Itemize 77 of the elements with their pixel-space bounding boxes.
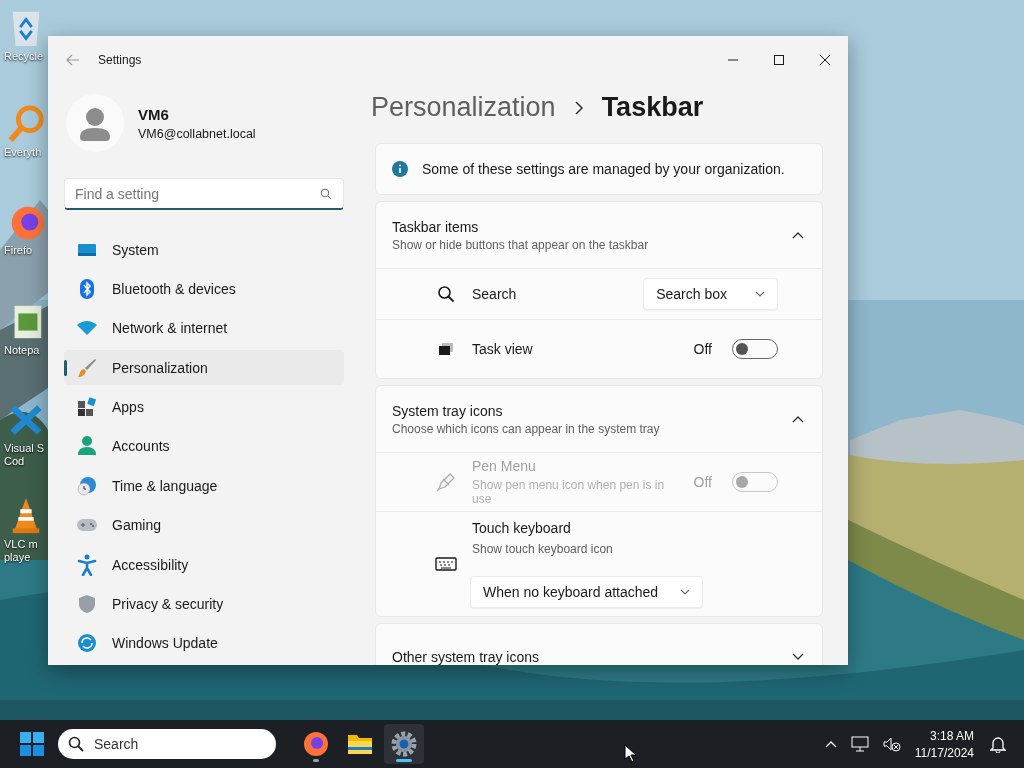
setting-label: Search bbox=[472, 286, 517, 302]
breadcrumb-link[interactable]: Personalization bbox=[371, 92, 556, 123]
bell-icon[interactable] bbox=[990, 735, 1006, 753]
nav-item[interactable]: Windows Update bbox=[64, 625, 344, 661]
chevron-right-icon bbox=[573, 100, 584, 115]
brush-icon bbox=[76, 357, 98, 378]
section-title: Other system tray icons bbox=[392, 649, 540, 665]
search-icon bbox=[68, 736, 84, 752]
pen-icon bbox=[435, 471, 457, 493]
user-name: VM6 bbox=[138, 105, 170, 123]
dropdown[interactable]: Search box bbox=[643, 278, 778, 310]
globe-clock-icon bbox=[76, 475, 98, 496]
nav-item[interactable]: Personalization bbox=[64, 350, 344, 386]
nav-item[interactable]: Apps bbox=[64, 389, 344, 425]
setting-label: Touch keyboard bbox=[472, 520, 572, 536]
person-icon bbox=[76, 436, 98, 457]
toggle-state-label: Off bbox=[693, 474, 712, 490]
windows-start-icon[interactable] bbox=[20, 732, 44, 756]
setting-label: Task view bbox=[472, 341, 533, 357]
running-indicator bbox=[396, 759, 412, 762]
shield-icon bbox=[76, 593, 98, 614]
avatar-icon bbox=[66, 94, 124, 152]
window-title: Settings bbox=[98, 53, 142, 67]
controller-icon bbox=[76, 517, 98, 534]
nav-item[interactable]: Bluetooth & devices bbox=[64, 271, 344, 307]
section-title: Taskbar items bbox=[392, 218, 480, 235]
muted-speaker-icon[interactable] bbox=[882, 736, 901, 752]
setting-description: Show pen menu icon when pen is in use bbox=[472, 478, 666, 506]
search-icon bbox=[437, 285, 455, 303]
nav-item[interactable]: System bbox=[64, 232, 344, 268]
folder-icon[interactable] bbox=[347, 733, 373, 755]
clock-date[interactable]: 11/17/2024 bbox=[914, 745, 974, 760]
desktop-icon-label: Firefo bbox=[4, 244, 33, 257]
accessibility-icon bbox=[76, 553, 98, 576]
network-icon[interactable] bbox=[850, 736, 869, 752]
section-title: System tray icons bbox=[392, 402, 504, 419]
search-icon bbox=[320, 188, 332, 200]
user-email: VM6@collabnet.local bbox=[138, 126, 256, 141]
clock-time[interactable]: 3:18 AM bbox=[929, 728, 974, 743]
settings-search-field[interactable]: Find a setting bbox=[64, 178, 344, 210]
nav-item[interactable]: Privacy & security bbox=[64, 586, 344, 622]
info-message: Some of these settings are managed by your organization. bbox=[422, 161, 785, 177]
desktop-icon-label: Everyth bbox=[4, 146, 42, 159]
task-view-icon bbox=[438, 342, 454, 356]
page-title: Taskbar bbox=[601, 92, 704, 123]
nav-item[interactable]: Accounts bbox=[64, 428, 344, 465]
back-arrow-icon[interactable] bbox=[66, 54, 80, 66]
info-icon bbox=[392, 161, 408, 177]
keyboard-icon bbox=[435, 556, 457, 572]
chevron-down-icon[interactable] bbox=[792, 653, 804, 661]
desktop-icon-label: VLC m playe bbox=[4, 538, 38, 564]
nav-item[interactable]: Network & internet bbox=[64, 310, 344, 347]
section-subtitle: Show or hide buttons that appear on the taskbar bbox=[392, 237, 649, 252]
setting-description: Show touch keyboard icon bbox=[472, 542, 614, 556]
taskbar-search-field[interactable]: Search bbox=[58, 729, 276, 759]
nav-item[interactable]: Accessibility bbox=[64, 546, 344, 583]
wifi-icon bbox=[76, 320, 98, 337]
firefox-icon[interactable] bbox=[303, 731, 329, 757]
chevron-down-icon bbox=[755, 291, 765, 297]
nav-item[interactable]: Time & language bbox=[64, 468, 344, 504]
dropdown[interactable]: When no keyboard attached bbox=[470, 576, 704, 608]
apps-icon bbox=[76, 397, 98, 418]
running-indicator bbox=[313, 759, 319, 762]
gear-icon[interactable] bbox=[391, 731, 417, 757]
monitor-icon bbox=[76, 241, 98, 258]
desktop-icon-label: Notepa bbox=[4, 344, 40, 357]
desktop-icon-label: Recycle bbox=[4, 50, 44, 63]
sync-icon bbox=[76, 633, 98, 654]
section-subtitle: Choose which icons can appear in the system tray bbox=[392, 421, 660, 436]
chevron-up-icon[interactable] bbox=[792, 231, 804, 239]
chevron-down-icon bbox=[680, 589, 691, 595]
desktop-icon-label: Visual S Cod bbox=[4, 442, 45, 468]
mouse-cursor-icon bbox=[624, 744, 636, 762]
nav-item[interactable]: Gaming bbox=[64, 507, 344, 543]
setting-label: Pen Menu bbox=[472, 458, 537, 474]
chevron-up-icon[interactable] bbox=[792, 415, 804, 423]
toggle-state-label: Off bbox=[693, 341, 712, 357]
